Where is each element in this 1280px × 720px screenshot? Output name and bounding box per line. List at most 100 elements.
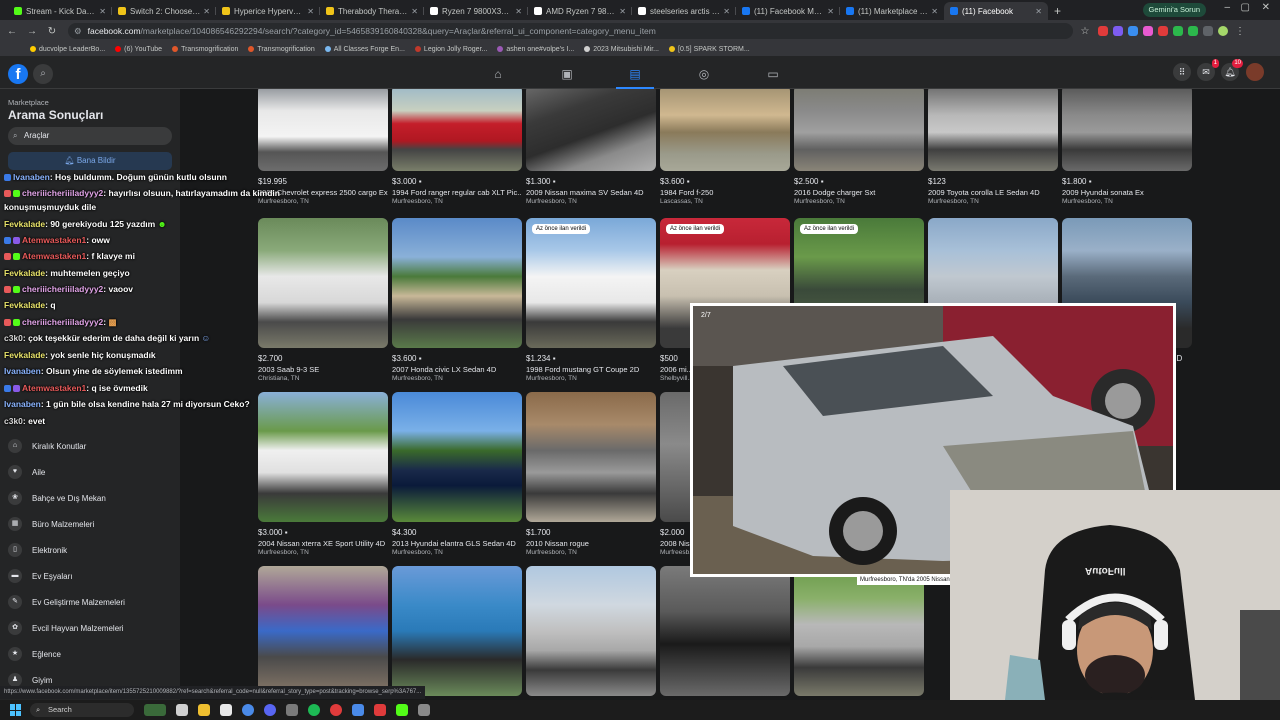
close-tab-icon[interactable]: ✕ bbox=[515, 7, 522, 16]
extension-icon[interactable] bbox=[1098, 26, 1108, 36]
back-icon[interactable]: ← bbox=[4, 26, 20, 37]
listing-card[interactable]: Az önce ilan verildi $1.234 ▪ 1998 Ford … bbox=[526, 218, 656, 382]
listing-photo[interactable] bbox=[258, 89, 388, 171]
listing-card[interactable] bbox=[258, 566, 388, 696]
close-window-icon[interactable]: ✕ bbox=[1262, 2, 1270, 13]
file-explorer-icon[interactable] bbox=[198, 704, 210, 716]
close-tab-icon[interactable]: ✕ bbox=[931, 7, 938, 16]
category-item[interactable]: ▬ Ev Eşyaları bbox=[8, 566, 72, 586]
address-bar[interactable]: ⚙ facebook.com/marketplace/1040865462922… bbox=[68, 23, 1073, 39]
listing-card[interactable] bbox=[526, 566, 656, 696]
video-icon[interactable]: ▣ bbox=[552, 64, 582, 84]
listing-photo[interactable] bbox=[526, 566, 656, 696]
windows-start-icon[interactable] bbox=[10, 704, 22, 716]
close-tab-icon[interactable]: ✕ bbox=[619, 7, 626, 16]
app-icon[interactable] bbox=[418, 704, 430, 716]
close-tab-icon[interactable]: ✕ bbox=[307, 7, 314, 16]
kick-icon[interactable] bbox=[396, 704, 408, 716]
listing-photo[interactable] bbox=[258, 392, 388, 522]
chrome-icon[interactable] bbox=[242, 704, 254, 716]
category-item[interactable]: ▯ Elektronik bbox=[8, 540, 67, 560]
close-tab-icon[interactable]: ✕ bbox=[203, 7, 210, 16]
listing-photo[interactable] bbox=[660, 89, 790, 171]
browser-tab-active[interactable]: (11) Facebook ✕ bbox=[944, 2, 1048, 20]
notifications-icon[interactable]: 🔔︎ 10 bbox=[1221, 59, 1243, 81]
listing-photo[interactable]: Az önce ilan verildi bbox=[526, 218, 656, 348]
listing-photo[interactable] bbox=[392, 89, 522, 171]
bookmark[interactable]: Transmogrification bbox=[248, 46, 315, 53]
bookmark[interactable]: 2023 Mitsubishi Mir... bbox=[584, 46, 659, 53]
category-item[interactable]: ⌂ Kiralık Konutlar bbox=[8, 436, 86, 456]
listing-card[interactable]: $4.300 2013 Hyundai elantra GLS Sedan 4D… bbox=[392, 392, 522, 556]
extension-icon[interactable] bbox=[1158, 26, 1168, 36]
browser-tab[interactable]: Hyperice Hypervolt Go 3 Fo✕ bbox=[216, 2, 320, 20]
spotify-icon[interactable] bbox=[308, 704, 320, 716]
browser-tab[interactable]: (11) Marketplace - 2005 Ta✕ bbox=[840, 2, 944, 20]
profile-avatar[interactable] bbox=[1218, 26, 1228, 36]
listing-photo[interactable] bbox=[526, 89, 656, 171]
notify-me-button[interactable]: 🔔︎ Bana Bildir bbox=[8, 152, 172, 170]
category-item[interactable]: ♥ Aile bbox=[8, 462, 45, 482]
task-view-icon[interactable] bbox=[176, 704, 188, 716]
obs-icon[interactable] bbox=[286, 704, 298, 716]
listing-photo[interactable] bbox=[1062, 89, 1192, 171]
listing-photo[interactable] bbox=[392, 566, 522, 696]
browser-menu-icon[interactable]: ⋮ bbox=[1232, 26, 1248, 37]
listing-photo[interactable] bbox=[794, 566, 924, 696]
discord-icon[interactable] bbox=[264, 704, 276, 716]
minimize-icon[interactable]: – bbox=[1224, 2, 1230, 13]
account-avatar[interactable] bbox=[1246, 63, 1264, 81]
listing-card[interactable]: $1.300 ▪ 2009 Nissan maxima SV Sedan 4D … bbox=[526, 89, 656, 205]
close-tab-icon[interactable]: ✕ bbox=[411, 7, 418, 16]
extension-icon[interactable] bbox=[1128, 26, 1138, 36]
browser-tab[interactable]: Therabody Theragun Relief✕ bbox=[320, 2, 424, 20]
listing-card[interactable] bbox=[392, 566, 522, 696]
listing-photo[interactable] bbox=[258, 566, 388, 696]
search-input[interactable]: ⌕ Araçlar bbox=[8, 127, 172, 145]
browser-tab[interactable]: Stream - Kick Dashboard✕ bbox=[8, 2, 112, 20]
category-item[interactable]: ❀ Bahçe ve Dış Mekan bbox=[8, 488, 106, 508]
listing-photo[interactable] bbox=[928, 89, 1058, 171]
menu-grid-icon[interactable]: ⠿ bbox=[1173, 63, 1191, 81]
forward-icon[interactable]: → bbox=[24, 26, 40, 37]
bookmark[interactable]: All Classes Forge En... bbox=[324, 46, 405, 53]
extensions-puzzle-icon[interactable] bbox=[1203, 26, 1213, 36]
listing-card[interactable]: $123 2009 Toyota corolla LE Sedan 4D Mur… bbox=[928, 89, 1058, 205]
listing-photo[interactable] bbox=[258, 218, 388, 348]
listing-card[interactable] bbox=[794, 566, 924, 696]
listing-card[interactable]: $1.700 2010 Nissan rogue Murfreesboro, T… bbox=[526, 392, 656, 556]
category-item[interactable]: ▦ Büro Malzemeleri bbox=[8, 514, 94, 534]
listing-card[interactable]: $3.000 ▪ 2004 Nissan xterra XE Sport Uti… bbox=[258, 392, 388, 556]
facebook-logo[interactable]: f bbox=[8, 64, 28, 84]
bookmark[interactable]: (6) YouTube bbox=[115, 46, 162, 53]
extension-icon[interactable] bbox=[1113, 26, 1123, 36]
app-icon[interactable] bbox=[330, 704, 342, 716]
close-tab-icon[interactable]: ✕ bbox=[827, 7, 834, 16]
listing-card[interactable]: $2.500 ▪ 2016 Dodge charger Sxt Murfrees… bbox=[794, 89, 924, 205]
listing-photo[interactable] bbox=[392, 218, 522, 348]
messenger-icon[interactable]: ✉ 1 bbox=[1197, 59, 1219, 81]
listing-card[interactable]: $2.700 2003 Saab 9-3 SE Christiana, TN bbox=[258, 218, 388, 382]
bookmark[interactable]: [0.5] SPARK STORM... bbox=[669, 46, 750, 53]
category-item[interactable]: ★ Eğlence bbox=[8, 644, 61, 664]
bookmark-star-icon[interactable]: ☆ bbox=[1077, 26, 1093, 37]
category-item[interactable]: ✎ Ev Geliştirme Malzemeleri bbox=[8, 592, 125, 612]
listing-card[interactable] bbox=[660, 566, 790, 696]
browser-tab[interactable]: steelseries arctis nova pro✕ bbox=[632, 2, 736, 20]
notepad-icon[interactable] bbox=[220, 704, 232, 716]
search-icon[interactable]: ⌕ bbox=[33, 64, 53, 84]
steam-icon[interactable] bbox=[352, 704, 364, 716]
extension-icon[interactable] bbox=[1143, 26, 1153, 36]
close-tab-icon[interactable]: ✕ bbox=[723, 7, 730, 16]
home-icon[interactable]: ⌂ bbox=[483, 64, 513, 84]
browser-tab[interactable]: AMD Ryzen 7 9800X3D Gam✕ bbox=[528, 2, 632, 20]
gemini-button[interactable]: Gemini'a Sorun bbox=[1142, 3, 1206, 17]
bookmark[interactable]: ashen one#volpe's I... bbox=[497, 46, 574, 53]
listing-photo[interactable] bbox=[794, 89, 924, 171]
bookmark[interactable]: ducvolpe LeaderBo... bbox=[30, 46, 105, 53]
widgets-icon[interactable] bbox=[144, 704, 166, 716]
browser-tab[interactable]: (11) Facebook Marketplace✕ bbox=[736, 2, 840, 20]
extension-icon[interactable] bbox=[1173, 26, 1183, 36]
bookmark[interactable]: Legion Jolly Roger... bbox=[414, 46, 487, 53]
app-icon[interactable] bbox=[374, 704, 386, 716]
